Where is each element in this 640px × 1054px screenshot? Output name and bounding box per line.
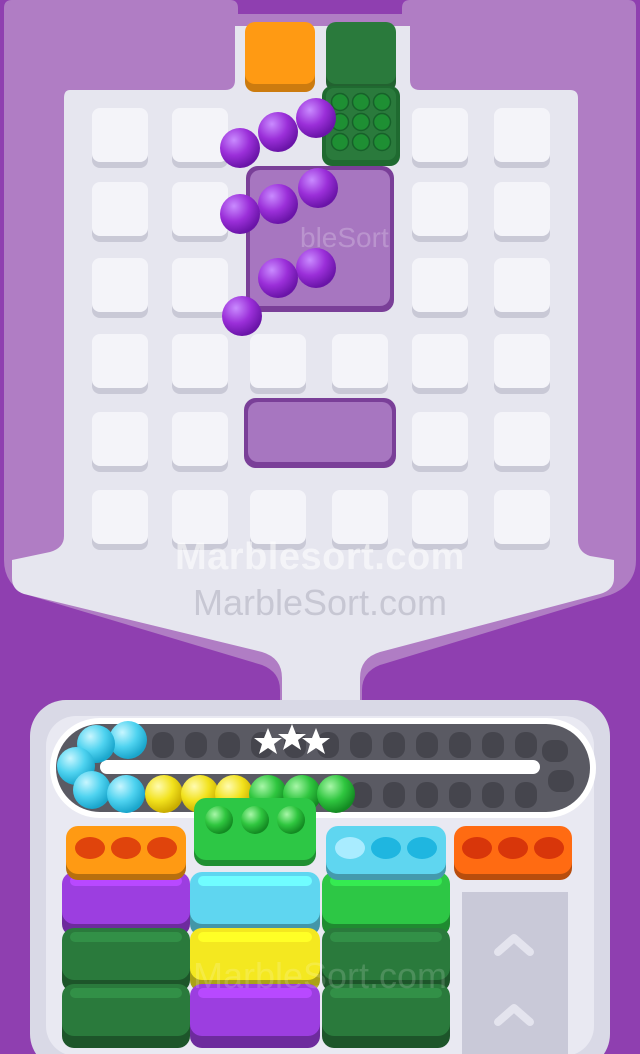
cap-peg xyxy=(205,806,233,834)
cap-peg xyxy=(407,837,437,859)
dispenser-block[interactable] xyxy=(326,22,396,84)
board-tile[interactable] xyxy=(412,334,468,388)
conveyor-slot xyxy=(383,732,405,758)
board-hole-floor xyxy=(248,402,392,462)
board-tile[interactable] xyxy=(172,412,228,466)
boxed-marble xyxy=(351,112,371,132)
conveyor-slot xyxy=(482,782,504,808)
boxed-marble xyxy=(330,92,350,112)
conveyor-slot xyxy=(416,732,438,758)
board-tile[interactable] xyxy=(494,258,550,312)
boxed-marble xyxy=(330,132,350,152)
board-tile[interactable] xyxy=(172,182,228,236)
cap-peg xyxy=(498,837,528,859)
empty-lane xyxy=(462,892,568,1054)
board-tile[interactable] xyxy=(494,412,550,466)
purple-marble xyxy=(258,112,298,152)
conveyor-marble xyxy=(73,771,111,809)
conveyor-marble xyxy=(107,775,145,813)
purple-marble xyxy=(296,248,336,288)
stack-block-highlight xyxy=(198,932,312,942)
stack-block-highlight xyxy=(198,876,312,886)
dispenser-block[interactable] xyxy=(245,22,315,84)
board-tile[interactable] xyxy=(332,334,388,388)
board-tile[interactable] xyxy=(494,108,550,162)
conveyor-slot xyxy=(218,732,240,758)
purple-marble xyxy=(222,296,262,336)
board-tile[interactable] xyxy=(250,490,306,544)
purple-marble xyxy=(258,258,298,298)
board-tile[interactable] xyxy=(172,334,228,388)
cap-peg xyxy=(277,806,305,834)
cap-peg xyxy=(335,837,365,859)
stack-block-highlight xyxy=(70,988,182,998)
board-tile[interactable] xyxy=(412,490,468,544)
conveyor-divider xyxy=(100,760,540,774)
cap-peg xyxy=(534,837,564,859)
conveyor-slot xyxy=(152,732,174,758)
board-tile[interactable] xyxy=(92,490,148,544)
conveyor-slot xyxy=(548,770,574,792)
board-tile[interactable] xyxy=(494,334,550,388)
conveyor-marble xyxy=(145,775,183,813)
conveyor-slot xyxy=(542,740,568,762)
conveyor-slot xyxy=(449,732,471,758)
stack-block-highlight xyxy=(330,988,442,998)
cap-peg xyxy=(111,837,141,859)
stack-block-highlight xyxy=(70,932,182,942)
purple-marble xyxy=(220,128,260,168)
purple-marble xyxy=(298,168,338,208)
cap-peg xyxy=(75,837,105,859)
stack-block-highlight xyxy=(330,932,442,942)
purple-marble xyxy=(258,184,298,224)
board-tile[interactable] xyxy=(332,490,388,544)
board-tile[interactable] xyxy=(172,258,228,312)
conveyor-slot xyxy=(185,732,207,758)
boxed-marble xyxy=(351,92,371,112)
conveyor-slot xyxy=(383,782,405,808)
board-tile[interactable] xyxy=(412,412,468,466)
game-board xyxy=(0,0,640,1054)
board-tile[interactable] xyxy=(172,108,228,162)
conveyor-slot xyxy=(350,732,372,758)
boxed-marble xyxy=(372,92,392,112)
stack-block-highlight xyxy=(198,988,312,998)
boxed-marble xyxy=(372,112,392,132)
board-tile[interactable] xyxy=(92,412,148,466)
conveyor-marble xyxy=(317,775,355,813)
board-tile[interactable] xyxy=(92,334,148,388)
board-tile[interactable] xyxy=(412,108,468,162)
conveyor-slot xyxy=(515,782,537,808)
board-tile[interactable] xyxy=(92,182,148,236)
board-tile[interactable] xyxy=(92,258,148,312)
board-tile[interactable] xyxy=(172,490,228,544)
board-tile[interactable] xyxy=(412,258,468,312)
cap-peg xyxy=(462,837,492,859)
board-tile[interactable] xyxy=(92,108,148,162)
board-tile[interactable] xyxy=(494,490,550,544)
cap-peg xyxy=(241,806,269,834)
board-tile[interactable] xyxy=(494,182,550,236)
conveyor-marble xyxy=(109,721,147,759)
boxed-marble xyxy=(372,132,392,152)
conveyor-slot xyxy=(416,782,438,808)
conveyor-slot xyxy=(515,732,537,758)
conveyor-slot xyxy=(482,732,504,758)
conveyor-slot xyxy=(449,782,471,808)
purple-marble xyxy=(220,194,260,234)
boxed-marble xyxy=(351,132,371,152)
purple-marble xyxy=(296,98,336,138)
board-tile[interactable] xyxy=(250,334,306,388)
cap-peg xyxy=(147,837,177,859)
cap-peg xyxy=(371,837,401,859)
board-tile[interactable] xyxy=(412,182,468,236)
